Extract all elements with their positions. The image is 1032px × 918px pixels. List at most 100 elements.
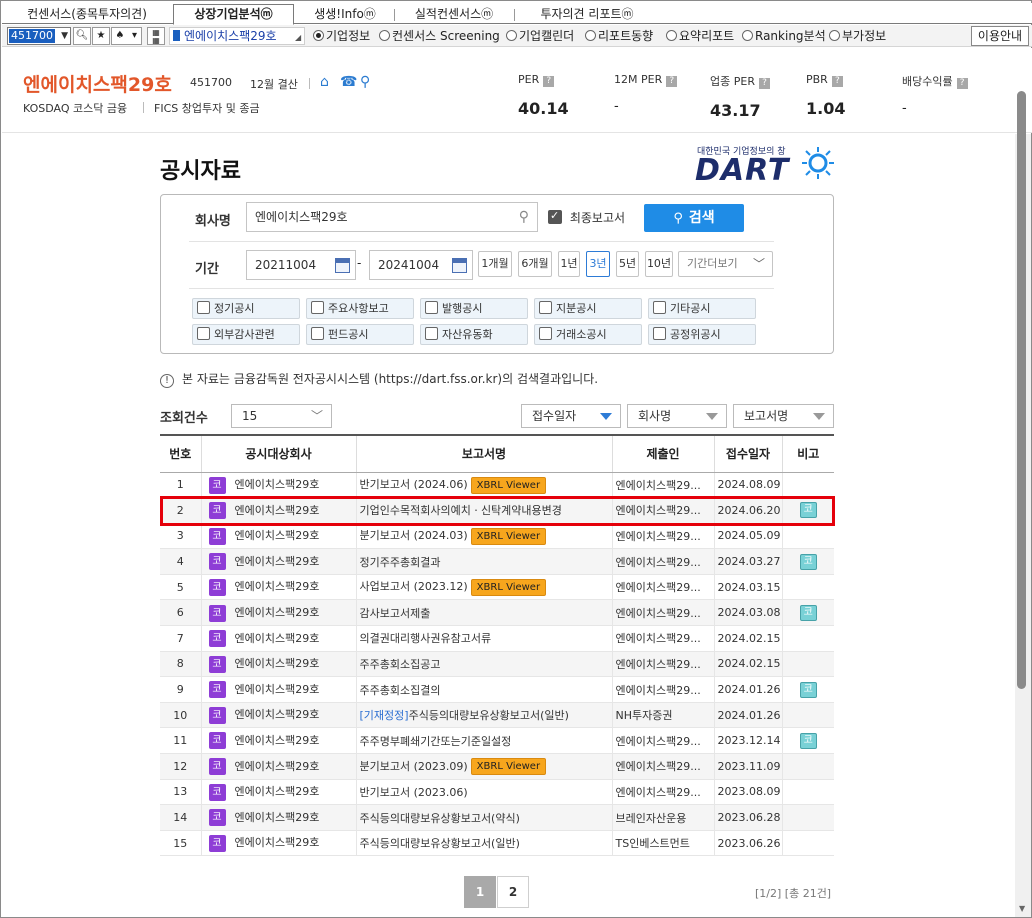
company-cell[interactable]: 코 엔에이치스팩29호 xyxy=(201,497,357,524)
help-icon[interactable]: ? xyxy=(758,78,770,89)
radio-report-trend[interactable]: 리포트동향 xyxy=(585,29,653,43)
help-button[interactable]: 이용안내 xyxy=(971,26,1029,46)
company-chip[interactable]: 엔에이치스팩29호 xyxy=(169,27,305,45)
stock-code-value[interactable]: 451700 xyxy=(9,29,55,43)
report-link[interactable]: 반기보고서 (2024.06) xyxy=(360,478,468,491)
table-row[interactable]: 11 코 엔에이치스팩29호 주주명부폐쇄기간또는기준일설정 엔에이치스팩29... 20… xyxy=(160,727,834,755)
report-link[interactable]: 주식등의대량보유상황보고서(약식) xyxy=(360,812,520,825)
page-2-button[interactable]: 2 xyxy=(497,876,529,908)
checkbox-icon[interactable] xyxy=(197,301,210,314)
table-row[interactable]: 12 코 엔에이치스팩29호 분기보고서 (2023.09) XBRL Viewer 엔에… xyxy=(160,753,834,780)
company-cell[interactable]: 코 엔에이치스팩29호 xyxy=(201,753,357,780)
related-disclosure-icon[interactable]: 코 xyxy=(799,681,817,698)
checkbox-icon[interactable] xyxy=(197,327,210,340)
table-row[interactable]: 8 코 엔에이치스팩29호 주주총회소집공고 엔에이치스팩29... 2024.02.15 xyxy=(160,651,834,678)
report-link[interactable]: 사업보고서 (2023.12) xyxy=(360,580,468,593)
checkbox-icon[interactable] xyxy=(539,327,552,340)
period-5y-button[interactable]: 5년 xyxy=(616,251,639,277)
table-row[interactable]: 14 코 엔에이치스팩29호 주식등의대량보유상황보고서(약식) 브레인자산운용 2023… xyxy=(160,804,834,831)
table-row[interactable]: 3 코 엔에이치스팩29호 분기보고서 (2024.03) XBRL Viewer 엔에이… xyxy=(160,523,834,550)
chevron-down-icon[interactable]: ▼ xyxy=(61,31,68,41)
type-audit-checkbox[interactable]: 외부감사관련 xyxy=(192,324,300,345)
period-10y-button[interactable]: 10년 xyxy=(645,251,673,277)
table-row[interactable]: 5 코 엔에이치스팩29호 사업보고서 (2023.12) XBRL Viewer 엔에이… xyxy=(160,574,834,601)
grid-icon[interactable]: ▦ ▦ xyxy=(147,27,165,45)
correction-tag[interactable]: [기재정정] xyxy=(360,709,409,722)
related-disclosure-icon[interactable]: 코 xyxy=(799,502,817,519)
company-cell[interactable]: 코 엔에이치스팩29호 xyxy=(201,548,357,575)
type-other-checkbox[interactable]: 기타공시 xyxy=(648,298,756,319)
radio-company-info[interactable]: 기업정보 xyxy=(313,29,370,43)
calendar-icon[interactable] xyxy=(452,258,467,273)
xbrl-viewer-button[interactable]: XBRL Viewer xyxy=(470,758,547,776)
company-cell[interactable]: 코 엔에이치스팩29호 xyxy=(201,599,357,627)
type-issue-checkbox[interactable]: 발행공시 xyxy=(420,298,528,319)
checkbox-icon[interactable] xyxy=(425,301,438,314)
table-row[interactable]: 1 코 엔에이치스팩29호 반기보고서 (2024.06) XBRL Viewer 엔에이… xyxy=(160,472,834,499)
map-pin-icon[interactable]: ⚲ xyxy=(360,74,370,90)
period-3y-button[interactable]: 3년 xyxy=(586,251,610,277)
star-icon[interactable]: ★ xyxy=(92,27,110,45)
vertical-scrollbar[interactable]: ▲ ▼ xyxy=(1015,91,1031,917)
radio-ranking[interactable]: Ranking분석 xyxy=(742,29,826,43)
home-icon[interactable]: ⌂ xyxy=(320,74,329,90)
final-report-checkbox[interactable]: 최종보고서 xyxy=(548,209,625,226)
checkbox-icon[interactable] xyxy=(548,209,562,224)
xbrl-viewer-button[interactable]: XBRL Viewer xyxy=(470,476,547,494)
table-row[interactable]: 7 코 엔에이치스팩29호 의결권대리행사권유참고서류 엔에이치스팩29... 2024.… xyxy=(160,625,834,652)
filer-cell[interactable]: 엔에이치스팩29... xyxy=(612,625,715,652)
report-cell[interactable]: 주주총회소집공고 xyxy=(356,651,613,678)
type-ftc-checkbox[interactable]: 공정위공시 xyxy=(648,324,756,345)
report-link[interactable]: 감사보고서제출 xyxy=(360,607,431,620)
radio-summary-report[interactable]: 요약리포트 xyxy=(666,29,734,43)
count-select[interactable]: 15 ﹀ xyxy=(231,404,332,428)
type-exchange-checkbox[interactable]: 거래소공시 xyxy=(534,324,642,345)
search-icon[interactable]: ⚲ xyxy=(519,203,529,231)
spade-icon[interactable]: ♠ xyxy=(111,27,129,45)
xbrl-viewer-button[interactable]: XBRL Viewer xyxy=(470,578,547,596)
checkbox-icon[interactable] xyxy=(539,301,552,314)
filer-cell[interactable]: 엔에이치스팩29... xyxy=(612,676,715,703)
report-cell[interactable]: 주주총회소집결의 xyxy=(356,676,613,703)
report-link[interactable]: 주식등의대량보유상황보고서(일반) xyxy=(360,837,520,850)
table-row[interactable]: 9 코 엔에이치스팩29호 주주총회소집결의 엔에이치스팩29... 2024.01.26… xyxy=(160,676,834,703)
report-cell[interactable]: 주식등의대량보유상황보고서(일반) xyxy=(356,830,613,857)
report-cell[interactable]: 반기보고서 (2023.06) xyxy=(356,779,613,806)
type-fund-checkbox[interactable]: 펀드공시 xyxy=(306,324,414,345)
date-to-input[interactable]: 20241004 xyxy=(369,250,473,280)
checkbox-icon[interactable] xyxy=(425,327,438,340)
tab-opinion-report[interactable]: 투자의견 리포트ⓜ xyxy=(522,5,652,25)
filer-cell[interactable]: 엔에이치스팩29... xyxy=(612,574,715,601)
help-icon[interactable]: ? xyxy=(666,76,678,87)
report-link[interactable]: 분기보고서 (2023.09) xyxy=(360,760,468,773)
page-1-button[interactable]: 1 xyxy=(464,876,496,908)
company-cell[interactable]: 코 엔에이치스팩29호 xyxy=(201,830,357,857)
checkbox-icon[interactable] xyxy=(311,327,324,340)
company-search-input[interactable]: 엔에이치스팩29호 ⚲ xyxy=(246,202,538,232)
company-cell[interactable]: 코 엔에이치스팩29호 xyxy=(201,702,357,729)
search-icon[interactable]: 🔍︎ xyxy=(73,27,91,45)
report-link[interactable]: 기업인수목적회사의예치ㆍ신탁계약내용변경 xyxy=(360,504,562,517)
company-cell[interactable]: 코 엔에이치스팩29호 xyxy=(201,727,357,755)
sort-company-select[interactable]: 회사명 xyxy=(627,404,727,428)
sort-date-select[interactable]: 접수일자 xyxy=(521,404,621,428)
type-major-checkbox[interactable]: 주요사항보고 xyxy=(306,298,414,319)
filer-cell[interactable]: 엔에이치스팩29... xyxy=(612,472,715,499)
sort-report-select[interactable]: 보고서명 xyxy=(733,404,834,428)
radio-company-calendar[interactable]: 기업캘린더 xyxy=(506,29,574,43)
help-icon[interactable]: ? xyxy=(543,76,555,87)
report-link[interactable]: 주식등의대량보유상황보고서(일반) xyxy=(409,709,569,722)
type-stake-checkbox[interactable]: 지분공시 xyxy=(534,298,642,319)
report-link[interactable]: 정기주주총회결과 xyxy=(360,556,441,569)
company-cell[interactable]: 코 엔에이치스팩29호 xyxy=(201,651,357,678)
tab-earnings-consensus[interactable]: 실적컨센서스ⓜ xyxy=(402,5,506,25)
tab-company-analysis[interactable]: 상장기업분석ⓜ xyxy=(173,4,294,25)
report-cell[interactable]: 의결권대리행사권유참고서류 xyxy=(356,625,613,652)
report-cell[interactable]: 감사보고서제출 xyxy=(356,599,613,627)
related-disclosure-icon[interactable]: 코 xyxy=(799,553,817,570)
radio-extra-info[interactable]: 부가정보 xyxy=(829,29,886,43)
company-cell[interactable]: 코 엔에이치스팩29호 xyxy=(201,625,357,652)
filer-cell[interactable]: 엔에이치스팩29... xyxy=(612,779,715,806)
company-cell[interactable]: 코 엔에이치스팩29호 xyxy=(201,472,357,499)
filer-cell[interactable]: 엔에이치스팩29... xyxy=(612,727,715,755)
